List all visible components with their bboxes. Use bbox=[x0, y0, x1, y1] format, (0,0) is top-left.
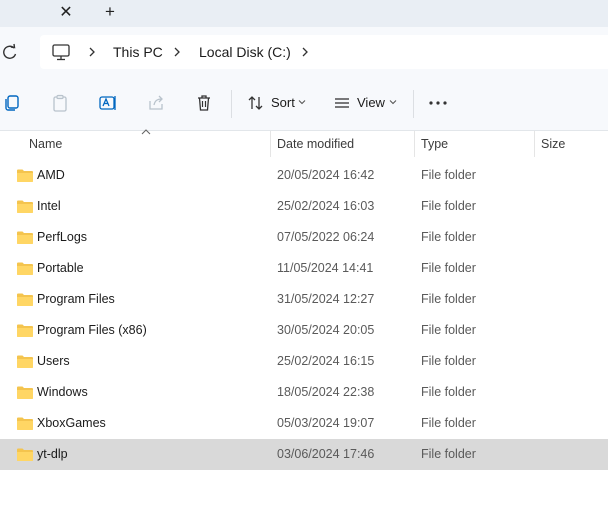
chevron-down-icon[interactable] bbox=[389, 99, 397, 105]
file-type: File folder bbox=[421, 292, 476, 306]
view-icon[interactable] bbox=[332, 93, 352, 113]
file-type: File folder bbox=[421, 323, 476, 337]
folder-icon bbox=[17, 231, 33, 244]
close-tab-icon[interactable]: ✕ bbox=[54, 2, 78, 24]
file-date-modified: 11/05/2024 14:41 bbox=[277, 261, 374, 275]
column-date-modified[interactable]: Date modified bbox=[277, 136, 354, 152]
file-type: File folder bbox=[421, 416, 476, 430]
file-name: Portable bbox=[37, 261, 84, 275]
file-name: Intel bbox=[37, 199, 61, 213]
file-date-modified: 25/02/2024 16:15 bbox=[277, 354, 375, 368]
file-row[interactable]: PerfLogs 07/05/2022 06:24 File folder bbox=[0, 222, 608, 253]
copy-icon[interactable] bbox=[2, 93, 22, 113]
column-divider[interactable] bbox=[414, 131, 415, 157]
new-tab-icon[interactable]: + bbox=[98, 1, 122, 23]
file-type: File folder bbox=[421, 230, 476, 244]
file-date-modified: 30/05/2024 20:05 bbox=[277, 323, 375, 337]
file-type: File folder bbox=[421, 447, 476, 461]
folder-icon bbox=[17, 386, 33, 399]
file-name: XboxGames bbox=[37, 416, 106, 430]
paste-icon[interactable] bbox=[50, 93, 70, 113]
column-name[interactable]: Name bbox=[29, 136, 62, 152]
file-row[interactable]: AMD 20/05/2024 16:42 File folder bbox=[0, 160, 608, 191]
file-date-modified: 18/05/2024 22:38 bbox=[277, 385, 375, 399]
share-icon[interactable] bbox=[146, 93, 166, 113]
rename-icon[interactable] bbox=[98, 93, 118, 113]
file-date-modified: 20/05/2024 16:42 bbox=[277, 168, 375, 182]
chevron-right-icon[interactable] bbox=[299, 43, 311, 61]
chevron-right-icon[interactable] bbox=[86, 43, 98, 61]
more-options-icon[interactable] bbox=[427, 93, 449, 113]
toolbar-divider bbox=[231, 90, 232, 118]
column-type[interactable]: Type bbox=[421, 136, 448, 152]
column-size[interactable]: Size bbox=[541, 136, 565, 152]
file-type: File folder bbox=[421, 261, 476, 275]
folder-icon bbox=[17, 200, 33, 213]
file-name: yt-dlp bbox=[37, 447, 68, 461]
column-divider[interactable] bbox=[534, 131, 535, 157]
file-row[interactable]: Windows 18/05/2024 22:38 File folder bbox=[0, 377, 608, 408]
delete-icon[interactable] bbox=[194, 93, 214, 113]
folder-icon bbox=[17, 262, 33, 275]
chevron-right-icon[interactable] bbox=[171, 43, 183, 61]
sort-ascending-icon bbox=[141, 129, 151, 135]
file-type: File folder bbox=[421, 199, 476, 213]
folder-icon bbox=[17, 324, 33, 337]
refresh-icon[interactable] bbox=[0, 42, 20, 62]
command-bar: Sort View bbox=[0, 78, 608, 131]
folder-icon bbox=[17, 293, 33, 306]
sort-icon[interactable] bbox=[246, 93, 266, 113]
this-pc-icon[interactable] bbox=[51, 42, 71, 62]
file-date-modified: 03/06/2024 17:46 bbox=[277, 447, 375, 461]
column-header-row: Name Date modified Type Size bbox=[0, 129, 608, 157]
file-date-modified: 31/05/2024 12:27 bbox=[277, 292, 375, 306]
file-type: File folder bbox=[421, 354, 476, 368]
folder-icon bbox=[17, 169, 33, 182]
folder-icon bbox=[17, 355, 33, 368]
file-name: Program Files bbox=[37, 292, 115, 306]
view-button[interactable]: View bbox=[357, 95, 385, 111]
file-row[interactable]: Program Files 31/05/2024 12:27 File fold… bbox=[0, 284, 608, 315]
column-divider[interactable] bbox=[270, 131, 271, 157]
file-type: File folder bbox=[421, 385, 476, 399]
file-row[interactable]: Program Files (x86) 30/05/2024 20:05 Fil… bbox=[0, 315, 608, 346]
file-date-modified: 07/05/2022 06:24 bbox=[277, 230, 375, 244]
file-row[interactable]: Intel 25/02/2024 16:03 File folder bbox=[0, 191, 608, 222]
file-row-selected[interactable]: yt-dlp 03/06/2024 17:46 File folder bbox=[0, 439, 608, 470]
file-row[interactable]: Users 25/02/2024 16:15 File folder bbox=[0, 346, 608, 377]
address-bar-row: This PC Local Disk (C:) bbox=[0, 27, 608, 78]
file-row[interactable]: XboxGames 05/03/2024 19:07 File folder bbox=[0, 408, 608, 439]
file-date-modified: 05/03/2024 19:07 bbox=[277, 416, 375, 430]
file-name: Windows bbox=[37, 385, 88, 399]
breadcrumb-this-pc[interactable]: This PC bbox=[113, 43, 163, 61]
file-list: AMD 20/05/2024 16:42 File folder Intel 2… bbox=[0, 160, 608, 470]
toolbar-divider bbox=[413, 90, 414, 118]
breadcrumb-local-disk[interactable]: Local Disk (C:) bbox=[199, 43, 291, 61]
file-date-modified: 25/02/2024 16:03 bbox=[277, 199, 375, 213]
file-name: Users bbox=[37, 354, 70, 368]
folder-icon bbox=[17, 417, 33, 430]
breadcrumb[interactable]: This PC Local Disk (C:) bbox=[40, 35, 608, 69]
file-type: File folder bbox=[421, 168, 476, 182]
sort-button[interactable]: Sort bbox=[271, 95, 295, 111]
file-name: Program Files (x86) bbox=[37, 323, 147, 337]
file-row[interactable]: Portable 11/05/2024 14:41 File folder bbox=[0, 253, 608, 284]
folder-icon bbox=[17, 448, 33, 461]
tab-bar: ✕ + bbox=[0, 0, 608, 27]
file-name: PerfLogs bbox=[37, 230, 88, 244]
chevron-down-icon[interactable] bbox=[298, 99, 306, 105]
file-name: AMD bbox=[37, 168, 65, 182]
